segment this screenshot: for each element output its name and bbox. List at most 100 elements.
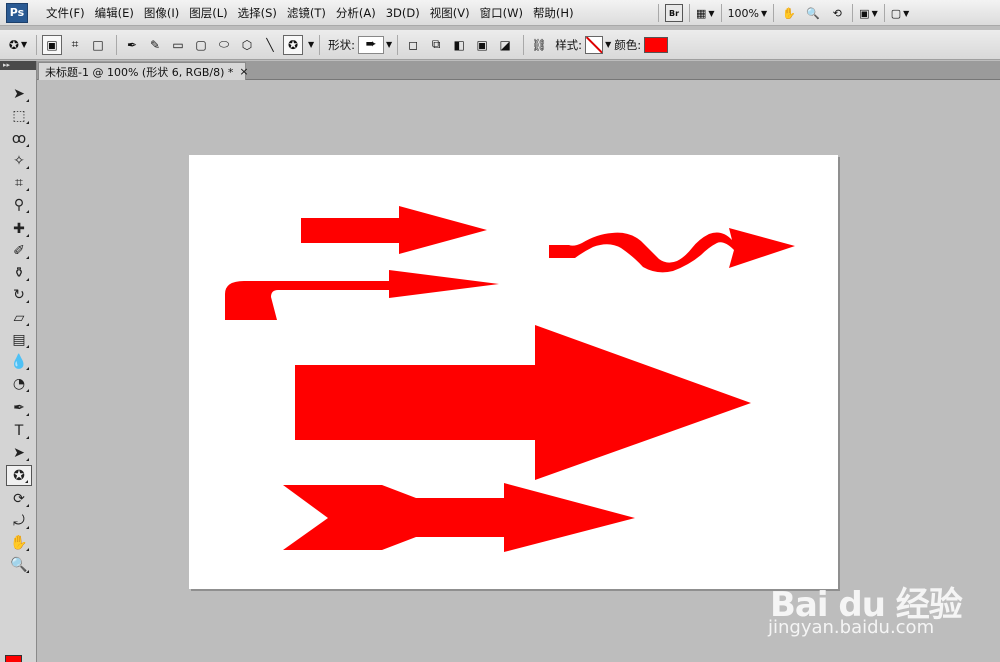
toolbox-grip[interactable]: ▸▸ <box>0 61 36 70</box>
paths-mode-button[interactable]: ⌗ <box>65 35 85 55</box>
divider <box>689 4 690 22</box>
tool-custom-shape[interactable]: ✪ <box>6 465 32 486</box>
marquee-icon: ⬚ <box>12 107 26 124</box>
move-icon: ➤ <box>13 85 25 102</box>
tool-crop[interactable]: ⌗ <box>6 172 32 193</box>
menu-window[interactable]: 窗口(W) <box>475 0 528 26</box>
screen-mode-icon: ▢ <box>890 6 902 20</box>
tool-type[interactable]: T <box>6 420 32 441</box>
arrow-shape-fletched[interactable] <box>283 483 635 552</box>
menu-filter[interactable]: 滤镜(T) <box>282 0 331 26</box>
app-bar: Br ▦ ▼ 100% ▼ ✋ 🔍 ⟲ ▣ ▼ ▢ ▼ <box>652 0 909 26</box>
toolbox: ▸▸ ➤ ⬚ ꝏ ✧ ⌗ ⚲ ✚ ✐ ⚱ ↻ ▱ ▤ 💧 ◔ ✒ T ➤ ✪ ⟳ ⤾ ✋ 🔍 <box>0 61 37 662</box>
document-tab[interactable]: 未标题-1 @ 100% (形状 6, RGB/8) * × <box>38 62 249 80</box>
screen-mode-button[interactable]: ▢ ▼ <box>891 4 910 22</box>
chevron-down-icon[interactable]: ▼ <box>386 40 392 49</box>
close-icon[interactable]: × <box>239 65 248 78</box>
custom-shape-icon: ✪ <box>8 37 19 52</box>
tool-3d-rotate[interactable]: ⟳ <box>6 488 32 509</box>
shape-layers-mode-button[interactable]: ▣ <box>42 34 62 55</box>
arrow-shape-hooked[interactable] <box>225 270 499 320</box>
fill-pixels-icon: □ <box>92 37 104 52</box>
shape-color-swatch[interactable] <box>644 36 669 53</box>
freeform-pen-icon: ✎ <box>149 37 161 52</box>
tool-gradient[interactable]: ▤ <box>6 329 32 350</box>
tool-move[interactable]: ➤ <box>6 83 32 104</box>
bridge-button[interactable]: Br <box>665 4 683 22</box>
menu-layer[interactable]: 图层(L) <box>184 0 232 26</box>
add-to-shape-area-button[interactable]: ⧉ <box>426 35 446 55</box>
intersect-shape-areas-button[interactable]: ▣ <box>472 35 492 55</box>
foreground-color-swatch[interactable] <box>5 655 22 662</box>
tool-preset-picker[interactable]: ✪ ▼ <box>8 35 28 55</box>
rotate-view-button[interactable]: ⟲ <box>828 4 846 22</box>
tool-eraser[interactable]: ▱ <box>6 307 32 328</box>
menu-analysis[interactable]: 分析(A) <box>331 0 381 26</box>
arrow-shape-large[interactable] <box>295 325 751 480</box>
tool-eyedropper[interactable]: ⚲ <box>6 194 32 215</box>
arrow-shape-small[interactable] <box>301 206 487 254</box>
create-new-shape-layer-button[interactable]: ◻ <box>403 35 423 55</box>
tool-history-brush[interactable]: ↻ <box>6 284 32 305</box>
lasso-icon: ꝏ <box>11 130 27 147</box>
link-style-button[interactable]: ⛓ <box>529 35 549 55</box>
tool-clone-stamp[interactable]: ⚱ <box>6 262 32 283</box>
tool-3d-orbit[interactable]: ⤾ <box>6 510 32 531</box>
tool-dodge[interactable]: ◔ <box>6 373 32 394</box>
menu-select[interactable]: 选择(S) <box>233 0 282 26</box>
document-tab-title: 未标题-1 @ 100% (形状 6, RGB/8) * <box>45 65 234 79</box>
ellipse-tool-button[interactable]: ⬭ <box>214 35 234 55</box>
chevron-down-icon[interactable]: ▼ <box>308 40 314 49</box>
watermark-url: jingyan.baidu.com <box>768 617 935 638</box>
link-icon: ⛓ <box>531 37 547 52</box>
line-tool-button[interactable]: ╲ <box>260 35 280 55</box>
hand-tool-button[interactable]: ✋ <box>780 4 798 22</box>
rounded-rectangle-tool-button[interactable]: ▢ <box>191 35 211 55</box>
zoom-level-dropdown[interactable]: 100% ▼ <box>728 4 768 22</box>
view-extras-button[interactable]: ▦ ▼ <box>696 4 715 22</box>
tool-healing-brush[interactable]: ✚ <box>6 218 32 239</box>
pen-tool-button[interactable]: ✒ <box>122 35 142 55</box>
photoshop-logo: Ps <box>6 2 28 23</box>
shape-picker[interactable]: ➨ <box>358 35 385 54</box>
tool-magic-wand[interactable]: ✧ <box>6 150 32 171</box>
menu-file[interactable]: 文件(F) <box>41 0 90 26</box>
tool-marquee[interactable]: ⬚ <box>6 105 32 126</box>
menu-view[interactable]: 视图(V) <box>425 0 475 26</box>
polygon-tool-button[interactable]: ⬡ <box>237 35 257 55</box>
tool-path-select[interactable]: ➤ <box>6 442 32 463</box>
3d-orbit-icon: ⤾ <box>13 512 25 529</box>
3d-rotate-icon: ⟳ <box>13 490 25 507</box>
zoom-tool-button[interactable]: 🔍 <box>804 4 822 22</box>
menu-image[interactable]: 图像(I) <box>139 0 184 26</box>
blur-icon: 💧 <box>10 353 28 370</box>
menu-edit[interactable]: 编辑(E) <box>90 0 139 26</box>
tool-hand[interactable]: ✋ <box>6 532 32 553</box>
custom-shape-tool-button[interactable]: ✪ <box>283 34 303 55</box>
menu-help[interactable]: 帮助(H) <box>528 0 579 26</box>
fill-pixels-mode-button[interactable]: □ <box>88 35 108 55</box>
chevron-down-icon[interactable]: ▼ <box>605 40 611 49</box>
baidu-watermark: Bai du 经验 jingyan.baidu.com <box>750 555 990 645</box>
subtract-from-shape-area-button[interactable]: ◧ <box>449 35 469 55</box>
freeform-pen-button[interactable]: ✎ <box>145 35 165 55</box>
shape-layers-icon: ▣ <box>46 37 58 52</box>
tool-pen[interactable]: ✒ <box>6 397 32 418</box>
dodge-icon: ◔ <box>12 375 26 392</box>
exclude-overlapping-areas-button[interactable]: ◪ <box>495 35 515 55</box>
tool-brush[interactable]: ✐ <box>6 240 32 261</box>
ellipse-icon: ⬭ <box>218 37 230 51</box>
style-picker[interactable] <box>585 35 604 54</box>
divider <box>116 34 117 55</box>
rounded-rectangle-icon: ▢ <box>195 37 207 52</box>
arrange-documents-button[interactable]: ▣ ▼ <box>859 4 878 22</box>
zoom-icon: 🔍 <box>806 6 821 20</box>
arrow-shape-wavy[interactable] <box>549 228 795 273</box>
tool-blur[interactable]: 💧 <box>6 351 32 372</box>
tool-lasso[interactable]: ꝏ <box>6 128 32 149</box>
tool-zoom[interactable]: 🔍 <box>6 554 32 575</box>
document-canvas[interactable] <box>189 155 838 589</box>
path-select-icon: ➤ <box>13 444 25 461</box>
menu-3d[interactable]: 3D(D) <box>381 0 425 26</box>
rectangle-tool-button[interactable]: ▭ <box>168 35 188 55</box>
